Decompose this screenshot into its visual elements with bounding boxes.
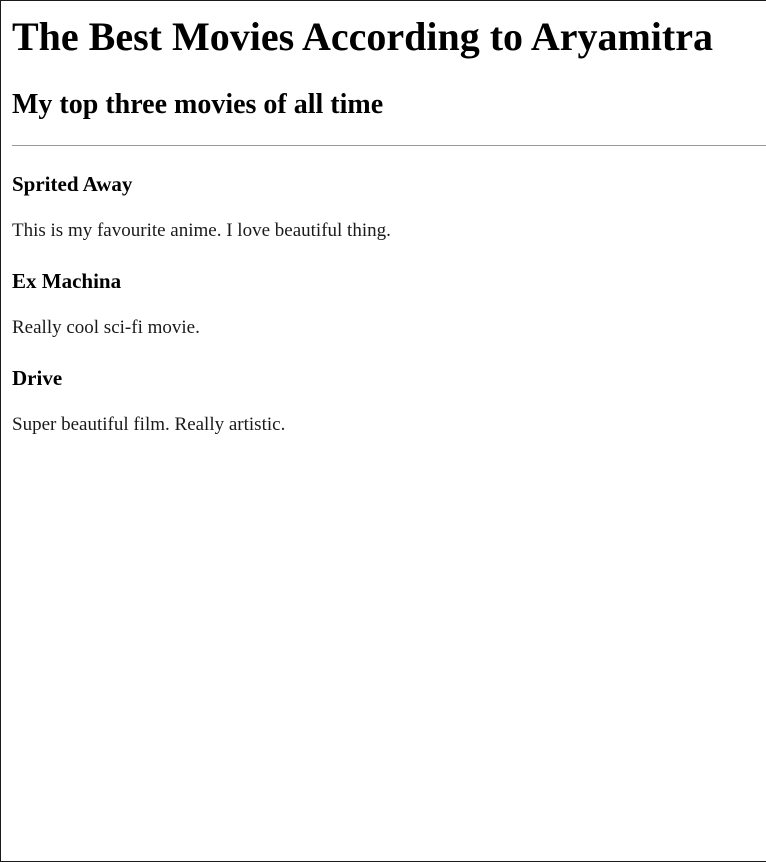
movie-title: Ex Machina (12, 269, 122, 293)
movie-title: Drive (12, 366, 63, 390)
movie-description: This is my favourite anime. I love beaut… (12, 220, 391, 241)
movie-item: Ex Machina Really cool sci-fi movie. (12, 269, 200, 340)
movie-title: Sprited Away (12, 172, 133, 196)
movie-item: Sprited Away This is my favourite anime.… (12, 172, 391, 243)
page-title: The Best Movies According to Aryamitra (12, 14, 713, 59)
movie-item: Drive Super beautiful film. Really artis… (12, 366, 285, 437)
movie-description: Super beautiful film. Really artistic. (12, 414, 286, 435)
page-body: The Best Movies According to Aryamitra M… (0, 0, 766, 862)
divider (12, 145, 766, 146)
page-subtitle: My top three movies of all time (12, 89, 384, 120)
movie-description: Really cool sci-fi movie. (12, 317, 200, 338)
